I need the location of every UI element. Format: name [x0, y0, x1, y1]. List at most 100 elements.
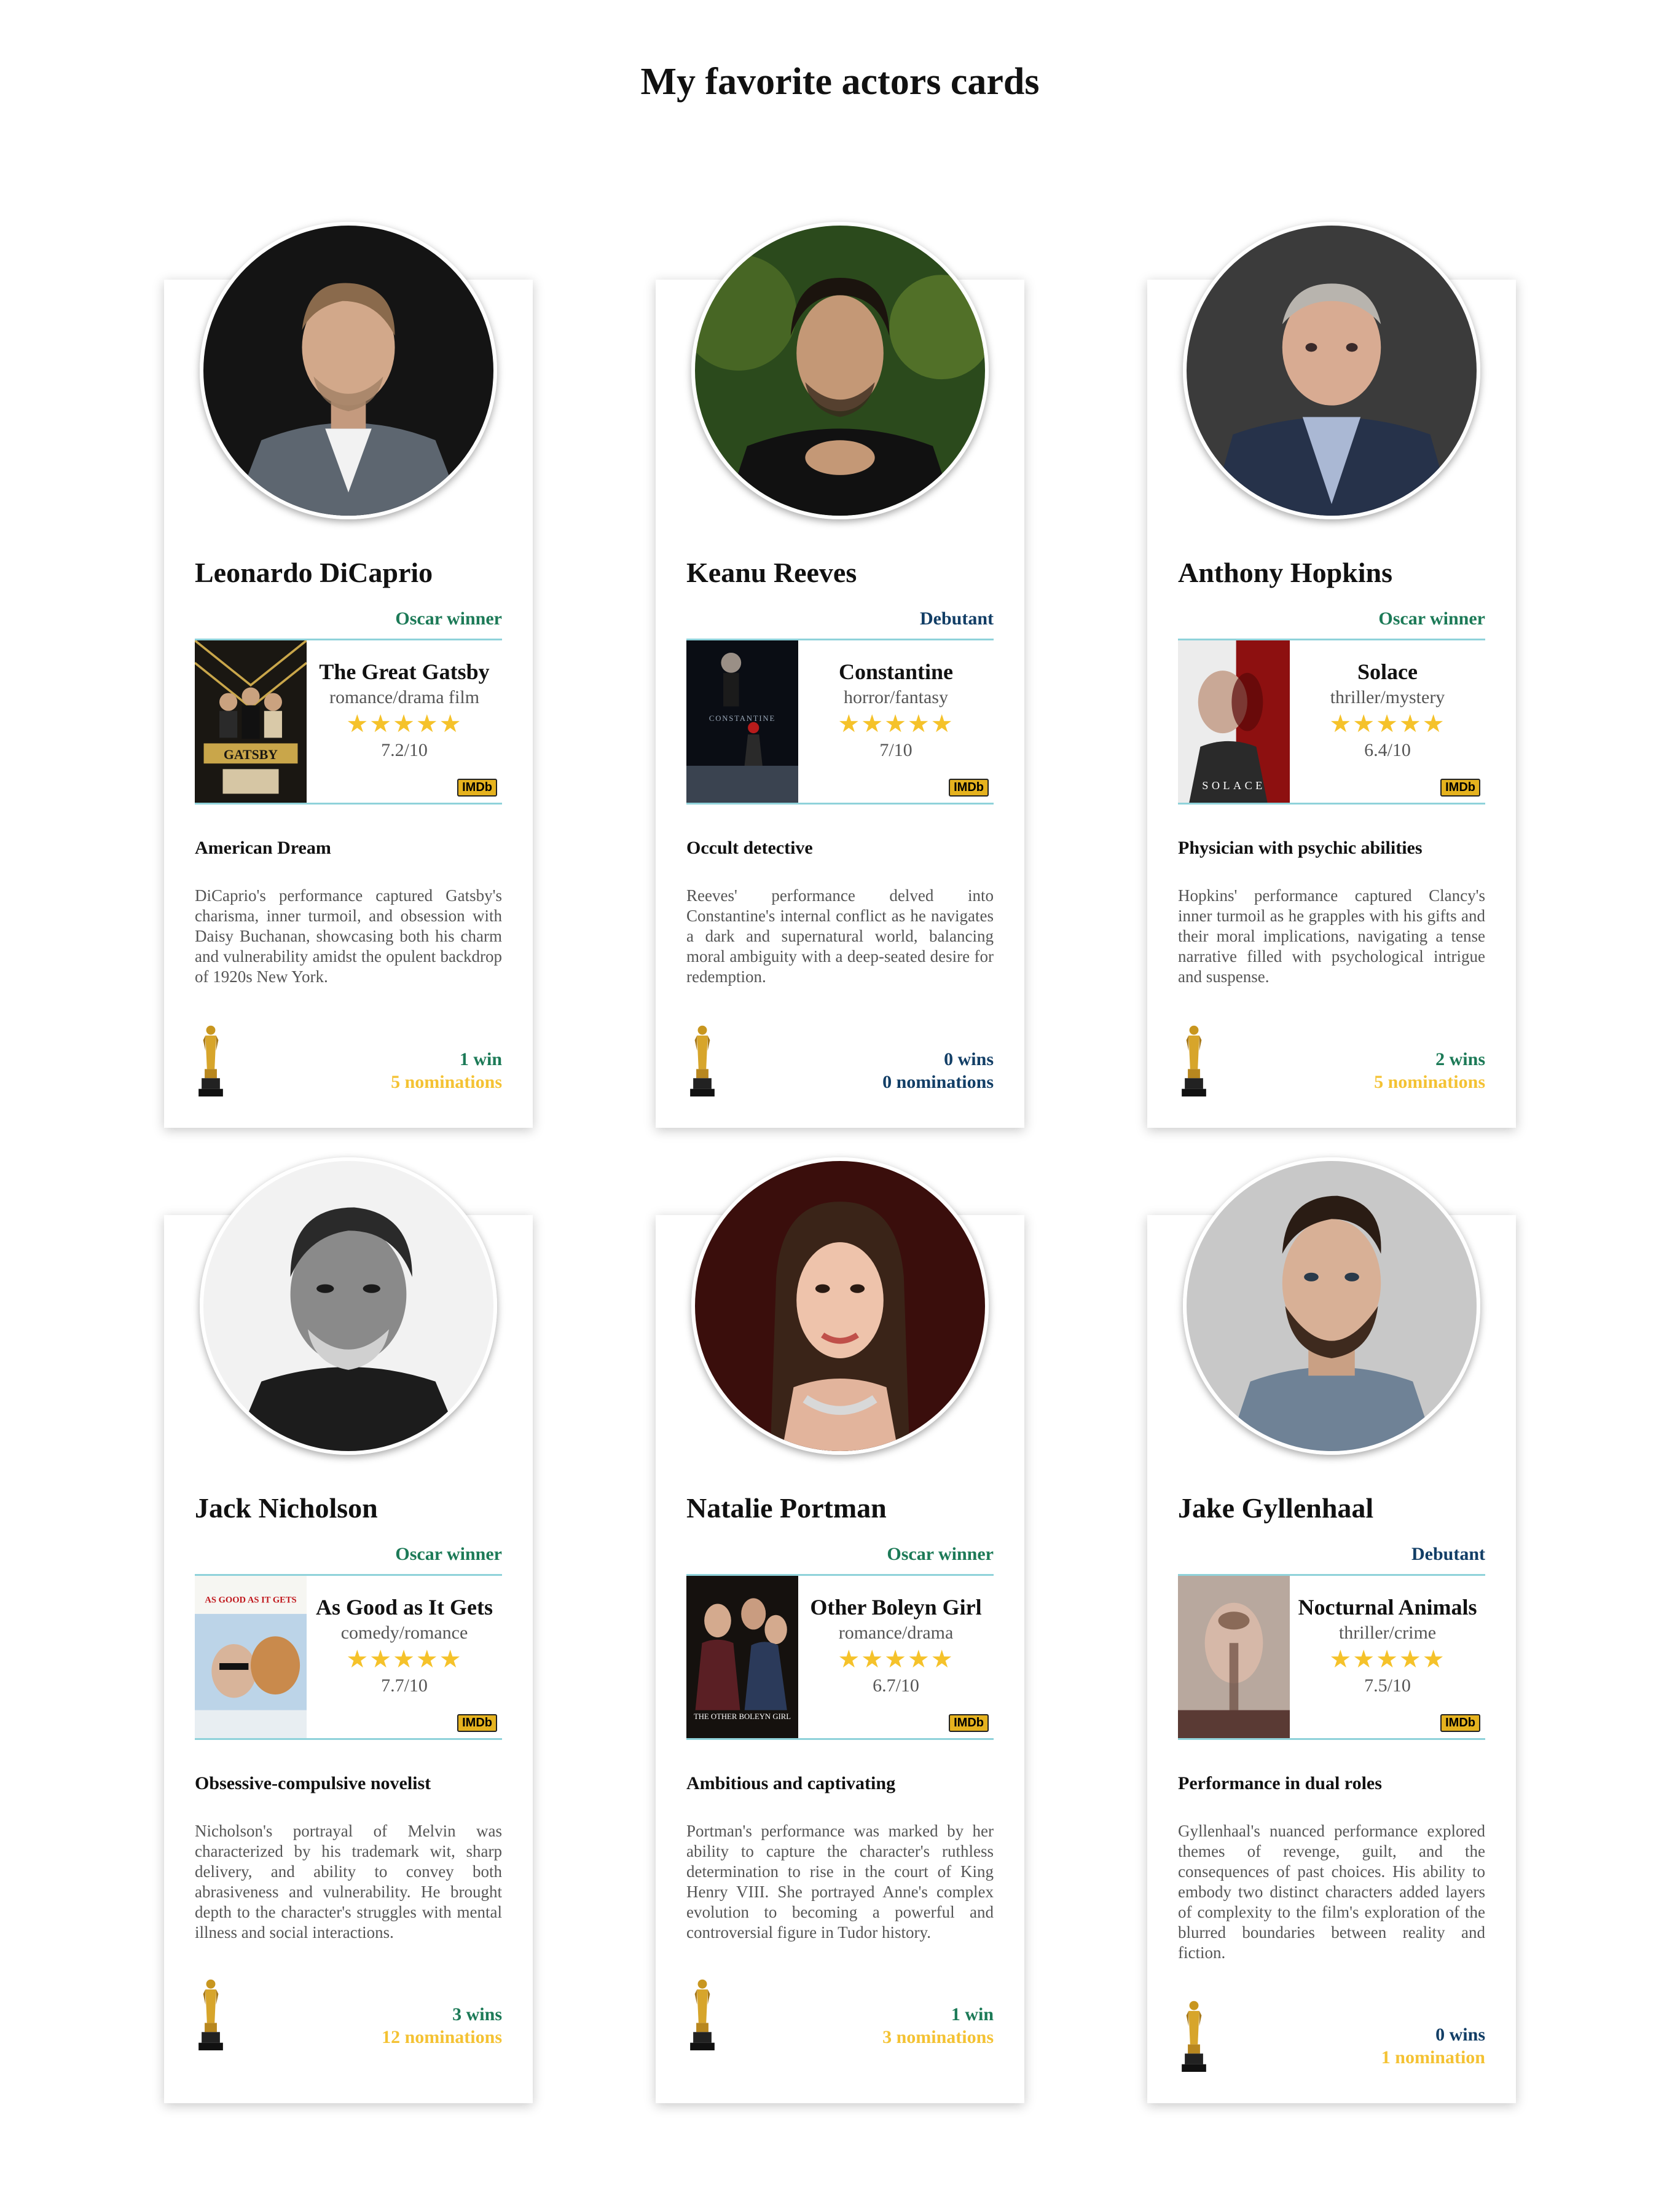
role-title: Physician with psychic abilities [1178, 838, 1423, 858]
actor-name: Jake Gyllenhaal [1178, 1492, 1374, 1524]
role-title: Ambitious and captivating [686, 1773, 896, 1793]
imdb-logo-icon[interactable]: IMDb [457, 1714, 497, 1732]
movie-poster[interactable]: AS GOOD AS IT GETS [195, 1576, 307, 1738]
actor-card-jake-gyllenhaal: Jake Gyllenhaal Debutant Nocturnal Anima… [1147, 1157, 1516, 2103]
actor-name: Natalie Portman [686, 1492, 887, 1524]
nominations-count: 3 nominations [882, 2027, 994, 2047]
movie-genre: horror/fantasy [844, 687, 948, 707]
awards-summary: 0 wins 1 nomination [1381, 2023, 1485, 2069]
movie-box[interactable]: THE OTHER BOLEYN GIRL Other Boleyn Girl … [686, 1574, 994, 1740]
movie-genre: comedy/romance [340, 1623, 468, 1643]
imdb-logo-icon[interactable]: IMDb [1440, 779, 1480, 797]
rating-stars: ★★★★★ [1329, 1645, 1446, 1673]
status-badge: Oscar winner [887, 1544, 994, 1564]
awards-summary: 3 wins 12 nominations [382, 2003, 502, 2048]
movie-box[interactable]: CONSTANTINE Constantine horror/fantasy ★… [686, 639, 994, 805]
rating-stars: ★★★★★ [838, 1645, 954, 1673]
poster-title-text: CONSTANTINE [709, 714, 775, 723]
page-title: My favorite actors cards [640, 61, 1040, 103]
role-description: Reeves' performance delved into Constant… [686, 886, 994, 986]
role-title: American Dream [195, 838, 331, 858]
rating-stars: ★★★★★ [1329, 710, 1446, 738]
rating-stars: ★★★★★ [838, 710, 954, 738]
wins-count: 1 win [951, 2004, 994, 2025]
awards-summary: 1 win 5 nominations [391, 1048, 502, 1093]
role-description: Portman's performance was marked by her … [686, 1822, 994, 1942]
awards-summary: 2 wins 5 nominations [1374, 1048, 1485, 1093]
nominations-count: 12 nominations [382, 2027, 502, 2047]
movie-rating: 7.7/10 [381, 1675, 428, 1696]
movie-box[interactable]: SOLACE Solace thriller/mystery ★★★★★ 6.4… [1178, 639, 1485, 805]
movie-poster[interactable]: SOLACE [1178, 640, 1290, 803]
imdb-logo-icon[interactable]: IMDb [949, 1714, 989, 1732]
actor-card-natalie-portman: Natalie Portman Oscar winner THE OTHER B… [656, 1157, 1024, 2103]
actor-photo [200, 222, 497, 519]
movie-rating: 7/10 [879, 740, 913, 760]
movie-title: Nocturnal Animals [1298, 1595, 1477, 1619]
status-badge: Oscar winner [1378, 608, 1485, 629]
movie-poster[interactable]: THE OTHER BOLEYN GIRL [686, 1576, 798, 1738]
role-title: Obsessive-compulsive novelist [195, 1773, 431, 1793]
actor-photo [1183, 222, 1480, 519]
movie-poster[interactable]: GATSBY [195, 640, 307, 803]
actor-card-leonardo-dicaprio: Leonardo DiCaprio Oscar winner GATSBY Th… [164, 222, 533, 1128]
movie-box[interactable]: Nocturnal Animals thriller/crime ★★★★★ 7… [1178, 1574, 1485, 1740]
movie-title: Solace [1357, 659, 1418, 684]
role-description: DiCaprio's performance captured Gatsby's… [195, 886, 502, 986]
rating-stars: ★★★★★ [346, 710, 463, 738]
wins-count: 3 wins [452, 2004, 502, 2025]
actor-name: Leonardo DiCaprio [195, 557, 433, 588]
oscar-statue-icon [686, 1977, 718, 2053]
movie-title: Constantine [838, 659, 954, 684]
rating-stars: ★★★★★ [346, 1645, 463, 1673]
wins-count: 2 wins [1435, 1049, 1485, 1069]
oscar-statue-icon [686, 1023, 718, 1100]
movie-rating: 7.2/10 [381, 740, 428, 760]
imdb-logo-icon[interactable]: IMDb [949, 779, 989, 797]
movie-box[interactable]: AS GOOD AS IT GETS As Good as It Gets co… [195, 1574, 502, 1740]
oscar-statue-icon [195, 1977, 227, 2053]
role-description: Nicholson's portrayal of Melvin was char… [195, 1822, 502, 1942]
role-description: Hopkins' performance captured Clancy's i… [1178, 886, 1485, 986]
role-title: Performance in dual roles [1178, 1773, 1382, 1793]
movie-box[interactable]: GATSBY The Great Gatsby romance/drama fi… [195, 639, 502, 805]
movie-title: The Great Gatsby [319, 659, 490, 684]
movie-genre: thriller/mystery [1330, 687, 1445, 707]
wins-count: 0 wins [944, 1049, 994, 1069]
movie-poster[interactable] [1178, 1576, 1290, 1738]
movie-genre: romance/drama film [329, 687, 480, 707]
nominations-count: 5 nominations [1374, 1072, 1485, 1092]
actor-card-anthony-hopkins: Anthony Hopkins Oscar winner SOLACE Sola… [1147, 222, 1516, 1128]
movie-rating: 6.7/10 [873, 1675, 919, 1696]
wins-count: 1 win [459, 1049, 502, 1069]
actor-photo [691, 222, 989, 519]
actor-card-keanu-reeves: Keanu Reeves Debutant CONSTANTINE Consta… [656, 222, 1024, 1128]
oscar-statue-icon [1178, 1023, 1210, 1100]
movie-genre: romance/drama [838, 1623, 954, 1643]
actor-name: Anthony Hopkins [1178, 557, 1392, 588]
poster-title-text: GATSBY [224, 747, 278, 762]
nominations-count: 1 nomination [1381, 2047, 1485, 2068]
actor-card-jack-nicholson: Jack Nicholson Oscar winner AS GOOD AS I… [164, 1157, 533, 2103]
movie-title: Other Boleyn Girl [810, 1595, 982, 1619]
status-badge: Oscar winner [395, 608, 502, 629]
actor-photo [1183, 1157, 1480, 1455]
wins-count: 0 wins [1435, 2025, 1485, 2045]
imdb-logo-icon[interactable]: IMDb [457, 779, 497, 797]
awards-summary: 0 wins 0 nominations [882, 1048, 994, 1093]
poster-title-text: SOLACE [1202, 779, 1265, 792]
status-badge: Debutant [1411, 1544, 1485, 1564]
poster-title-text: THE OTHER BOLEYN GIRL [694, 1712, 791, 1721]
role-title: Occult detective [686, 838, 813, 858]
actor-name: Keanu Reeves [686, 557, 857, 588]
status-badge: Debutant [919, 608, 994, 629]
movie-title: As Good as It Gets [315, 1595, 493, 1619]
movie-poster[interactable]: CONSTANTINE [686, 640, 798, 803]
poster-title-text: AS GOOD AS IT GETS [205, 1596, 296, 1605]
imdb-logo-icon[interactable]: IMDb [1440, 1714, 1480, 1732]
status-badge: Oscar winner [395, 1544, 502, 1564]
movie-genre: thriller/crime [1338, 1623, 1437, 1643]
movie-rating: 7.5/10 [1364, 1675, 1411, 1696]
actor-name: Jack Nicholson [195, 1492, 378, 1524]
awards-summary: 1 win 3 nominations [882, 2003, 994, 2048]
